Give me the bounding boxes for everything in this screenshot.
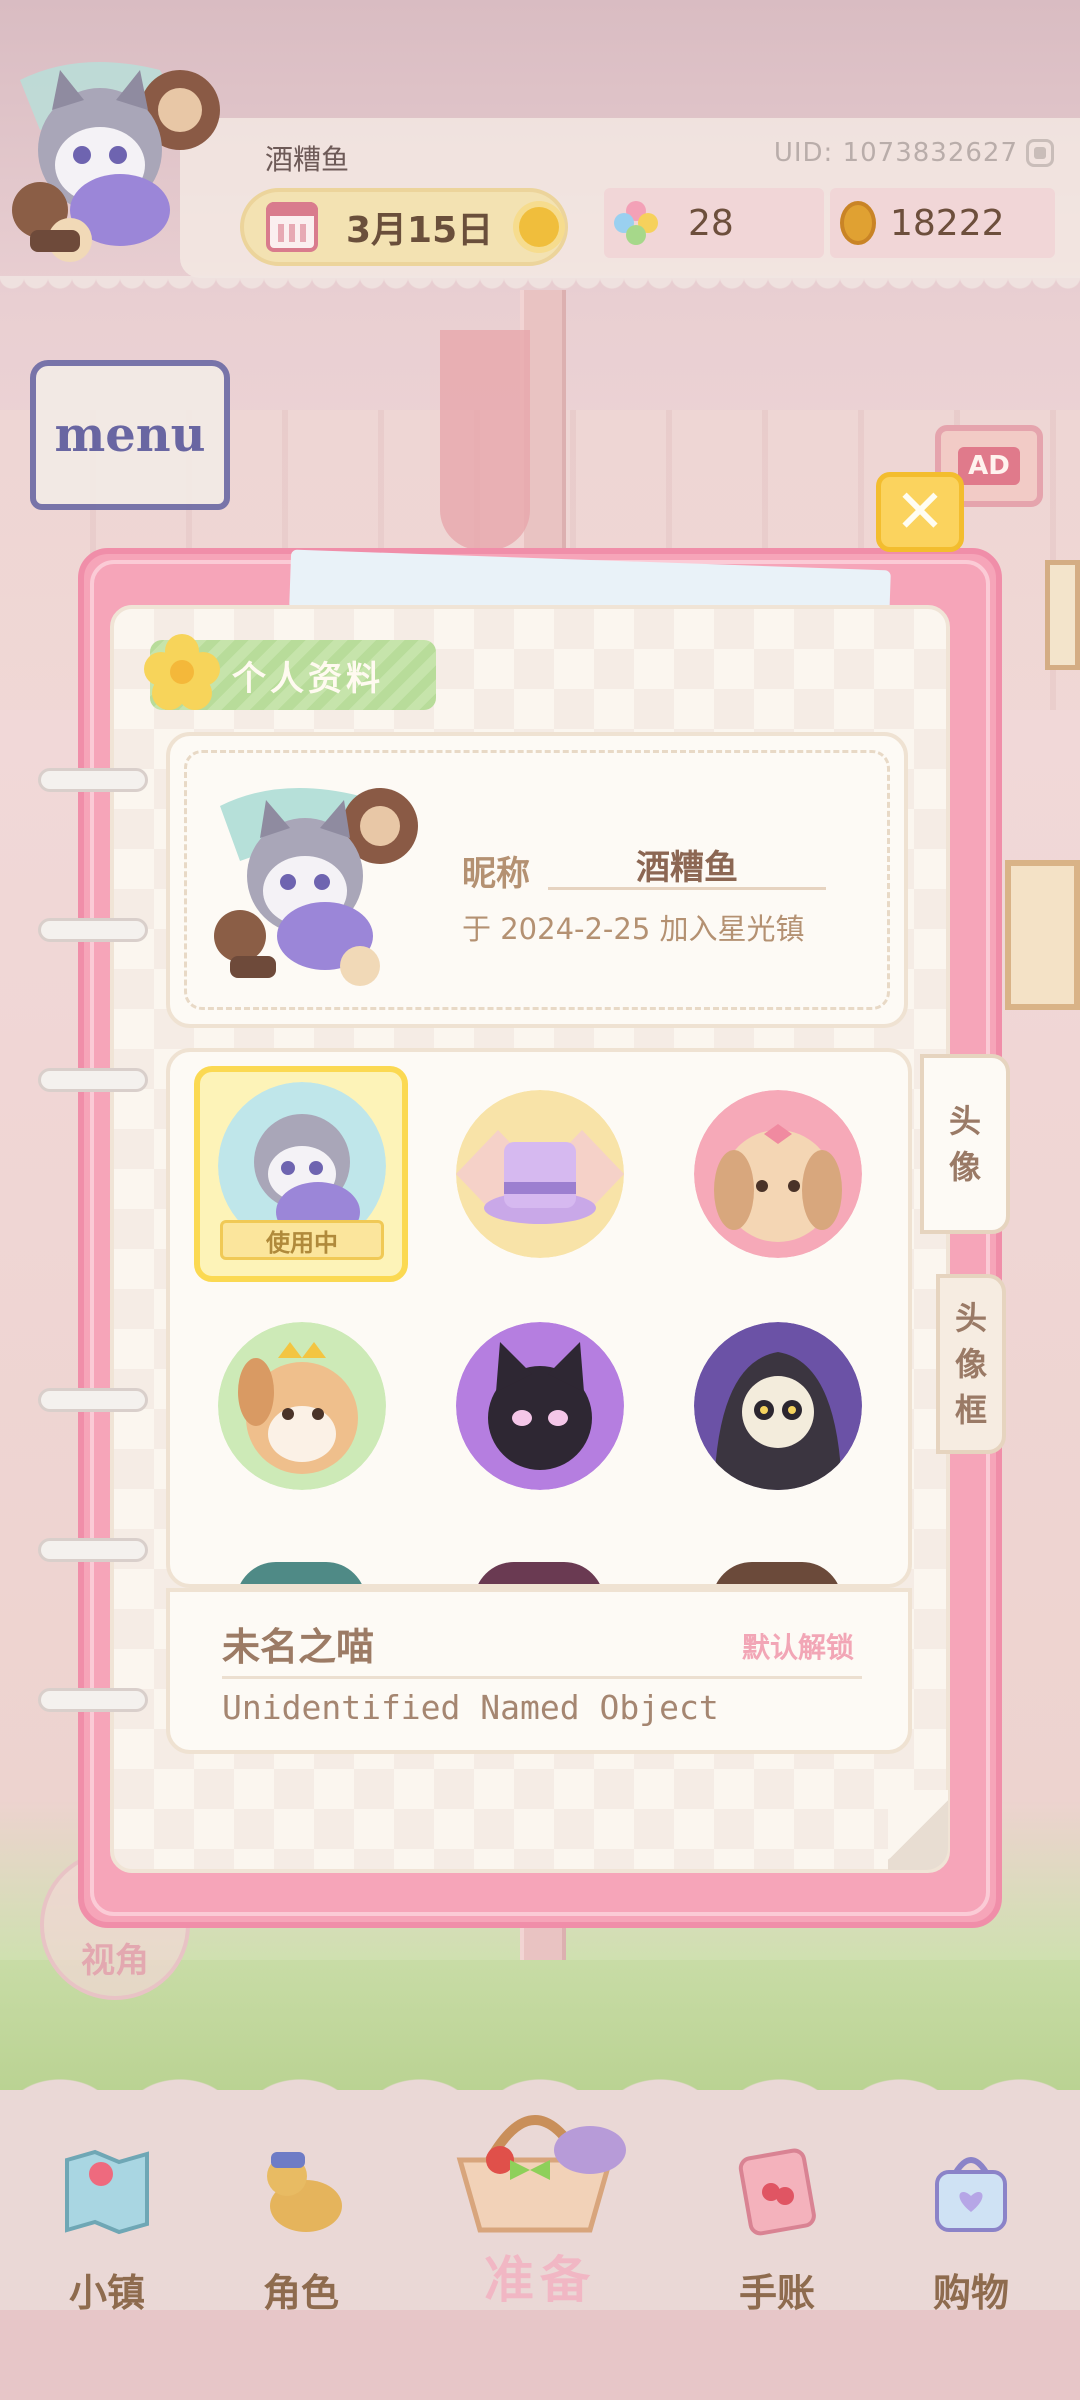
tab-avatar[interactable]: 头像: [920, 1054, 1010, 1234]
profile-card: 昵称 酒糟鱼 于 2024-2-25 加入星光镇: [166, 732, 908, 1028]
tab-avatar-frame-label: 头像框: [954, 1299, 987, 1429]
binder-ring: [38, 1688, 148, 1712]
date-text: 3月15日: [346, 210, 494, 251]
wall-picture: [1045, 560, 1080, 670]
profile-avatar[interactable]: [210, 776, 430, 996]
menu-button[interactable]: menu: [30, 360, 230, 510]
binder-ring: [38, 1068, 148, 1092]
bottom-nav-base: [0, 2310, 1080, 2400]
nickname-label: 昵称: [462, 854, 530, 894]
in-use-badge: 使用中: [220, 1220, 384, 1260]
avatar-grid: 使用中: [166, 1048, 912, 1588]
avatar-option-top-hat[interactable]: [456, 1090, 624, 1258]
nav-town[interactable]: 小镇: [22, 2140, 192, 2320]
tab-avatar-label: 头像: [948, 1102, 981, 1186]
top-hud: 酒糟鱼 UID: 1073832627 3月15日 28 18222: [0, 0, 1080, 300]
binder-ring: [38, 768, 148, 792]
tab-avatar-frame[interactable]: 头像框: [936, 1274, 1006, 1454]
avatar-option-partial[interactable]: [474, 1562, 604, 1584]
sun-icon: [519, 207, 560, 247]
binder-ring: [38, 1388, 148, 1412]
nav-town-label: 小镇: [68, 2271, 145, 2315]
close-icon: ✕: [894, 477, 946, 547]
avatar-option-corgi[interactable]: [218, 1322, 386, 1490]
coin-icon: [840, 201, 876, 245]
wall-picture: [1005, 860, 1080, 1010]
coin-counter[interactable]: 18222: [830, 188, 1055, 258]
gem-count: 28: [688, 202, 734, 244]
gem-icon: [614, 201, 658, 245]
avatar-name: 未名之喵: [222, 1625, 375, 1669]
binder-ring: [38, 1538, 148, 1562]
menu-label: menu: [54, 407, 206, 463]
player-avatar[interactable]: [0, 40, 230, 270]
journal-icon: [738, 2148, 816, 2236]
page-curl: [888, 1790, 948, 1870]
nav-prepare-label: 准备: [484, 2251, 596, 2309]
nav-journal[interactable]: 手账: [692, 2140, 862, 2320]
hud-scallop-edge: [0, 276, 1080, 300]
nickname-field[interactable]: 酒糟鱼: [548, 840, 826, 890]
close-button[interactable]: ✕: [876, 472, 964, 552]
basket-icon: [456, 2115, 626, 2233]
avatar-option-partial[interactable]: [236, 1562, 366, 1584]
unlock-condition: 默认解锁: [741, 1631, 854, 1664]
shopping-bag-icon: [935, 2157, 1007, 2232]
in-use-label: 使用中: [266, 1228, 338, 1257]
avatar-option-puppy[interactable]: [694, 1090, 862, 1258]
avatar-option-partial[interactable]: [712, 1562, 842, 1584]
uid-text: UID: 1073832627: [773, 138, 1018, 168]
map-icon: [65, 2149, 149, 2235]
nav-shopping[interactable]: 购物: [886, 2140, 1056, 2320]
date-pill: 3月15日: [240, 188, 568, 266]
avatar-info-box: 未名之喵 默认解锁 Unidentified Named Object: [166, 1588, 912, 1754]
view-angle-label: 视角: [81, 1941, 149, 1981]
calendar-icon: [266, 202, 318, 252]
binder-ring: [38, 918, 148, 942]
coin-count: 18222: [890, 202, 1005, 244]
nav-shopping-label: 购物: [932, 2271, 1009, 2315]
gem-counter[interactable]: 28: [604, 188, 824, 258]
curtain: [440, 330, 530, 550]
nav-journal-label: 手账: [738, 2271, 815, 2315]
avatar-option-reaper[interactable]: [694, 1322, 862, 1490]
ad-label: AD: [958, 447, 1020, 485]
nav-character-label: 角色: [262, 2271, 339, 2315]
player-name: 酒糟鱼: [265, 143, 350, 176]
nav-character[interactable]: 角色: [216, 2140, 386, 2320]
copy-icon[interactable]: [1026, 139, 1054, 167]
avatar-description: Unidentified Named Object: [222, 1688, 719, 1727]
section-title: 个人资料: [232, 658, 384, 699]
flower-icon: [144, 634, 220, 710]
duck-icon: [267, 2152, 342, 2232]
join-date-text: 于 2024-2-25 加入星光镇: [462, 912, 805, 946]
uid-display[interactable]: UID: 1073832627: [774, 138, 1054, 168]
divider: [222, 1676, 862, 1679]
avatar-option-black-cat[interactable]: [456, 1322, 624, 1490]
nav-prepare[interactable]: 准备: [400, 2070, 680, 2310]
